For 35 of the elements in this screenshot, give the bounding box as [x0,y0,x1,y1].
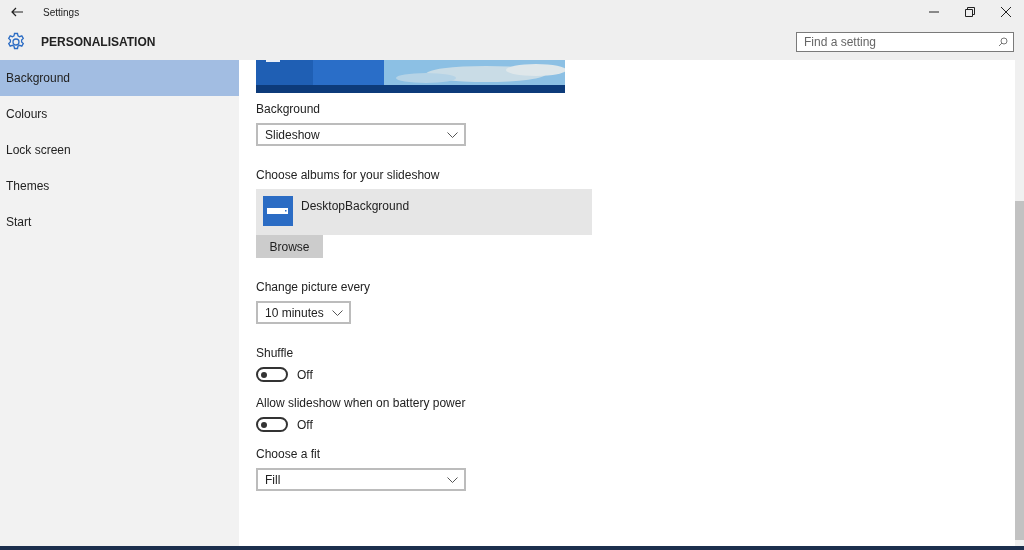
toggle-state: Off [297,367,313,382]
search-icon[interactable] [998,37,1008,47]
settings-icon [6,32,26,52]
browse-button[interactable]: Browse [256,235,323,258]
sidebar-item[interactable]: Colours [0,96,239,132]
toggle-switch[interactable] [256,417,288,432]
dropdown[interactable]: 10 minutes [256,301,351,324]
back-icon[interactable] [11,7,23,17]
setting-label: Shuffle [256,346,294,360]
dropdown[interactable]: Fill [256,468,466,491]
close-icon[interactable] [1001,7,1011,17]
album-icon [263,196,293,226]
setting-label: Choose a fit [256,447,321,461]
window-title: Settings [43,6,80,18]
sidebar-item[interactable]: Themes [0,168,239,204]
restore-icon[interactable] [965,7,975,17]
setting-label: Allow slideshow when on battery power [256,396,466,410]
dropdown[interactable]: Slideshow [256,123,466,146]
chevron-down-icon [331,309,343,316]
setting-label: Background [256,102,321,116]
setting-label: Choose albums for your slideshow [256,168,440,182]
scrollbar-thumb[interactable] [1015,201,1024,540]
album-name: DesktopBackground [301,198,410,213]
setting-label: Change picture every [256,280,371,294]
chevron-down-icon [447,131,458,138]
album-tile[interactable]: DesktopBackground [256,189,592,235]
toggle-switch[interactable] [256,367,288,382]
search-field[interactable]: Find a setting [796,32,1014,52]
toggle-state: Off [297,417,313,432]
chevron-down-icon [447,476,458,483]
sidebar-item[interactable]: Lock screen [0,132,239,168]
scrollbar[interactable] [1015,60,1024,546]
sidebar-item[interactable]: Start [0,204,239,240]
page-title: PERSONALISATION [41,35,156,49]
sidebar-item[interactable]: Background [0,60,239,96]
